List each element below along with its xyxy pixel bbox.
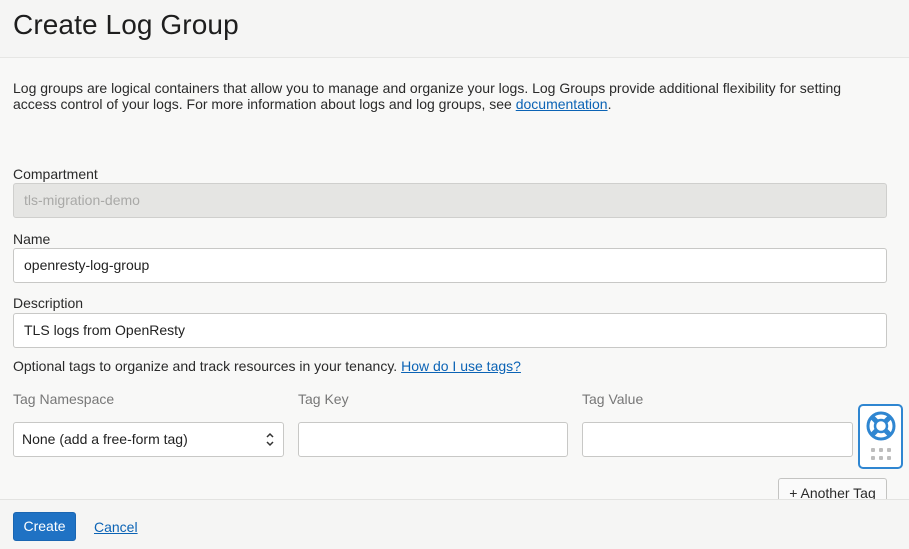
drag-handle-icon[interactable] (871, 448, 891, 462)
chevron-up-down-icon (265, 423, 275, 468)
tag-namespace-select[interactable]: None (add a free-form tag) (13, 422, 284, 457)
cancel-link[interactable]: Cancel (94, 519, 138, 535)
intro-text: Log groups are logical containers that a… (13, 80, 873, 112)
footer-bar: Create Cancel (0, 499, 909, 549)
compartment-field: tls-migration-demo (13, 183, 887, 218)
documentation-link[interactable]: documentation (516, 96, 608, 112)
intro-body: Log groups are logical containers that a… (13, 80, 842, 112)
name-input[interactable]: openresty-log-group (13, 248, 887, 283)
tag-namespace-label: Tag Namespace (13, 391, 115, 407)
compartment-label: Compartment (13, 166, 98, 182)
name-label: Name (13, 231, 51, 247)
tag-key-label: Tag Key (298, 391, 349, 407)
create-button[interactable]: Create (13, 512, 76, 541)
page-title: Create Log Group (13, 9, 239, 40)
tag-value-input[interactable] (582, 422, 853, 457)
intro-suffix: . (607, 96, 612, 112)
page-header: Create Log Group (0, 0, 909, 58)
description-label: Description (13, 295, 84, 311)
help-widget[interactable] (858, 404, 903, 469)
lifebuoy-icon (865, 410, 897, 447)
tags-note-text: Optional tags to organize and track reso… (13, 358, 398, 374)
tag-value-label: Tag Value (582, 391, 644, 407)
tag-key-input[interactable] (298, 422, 568, 457)
tags-help-link[interactable]: How do I use tags? (401, 358, 521, 374)
description-input[interactable]: TLS logs from OpenResty (13, 313, 887, 348)
tag-namespace-selected: None (add a free-form tag) (22, 431, 188, 447)
tags-note: Optional tags to organize and track reso… (13, 358, 521, 374)
